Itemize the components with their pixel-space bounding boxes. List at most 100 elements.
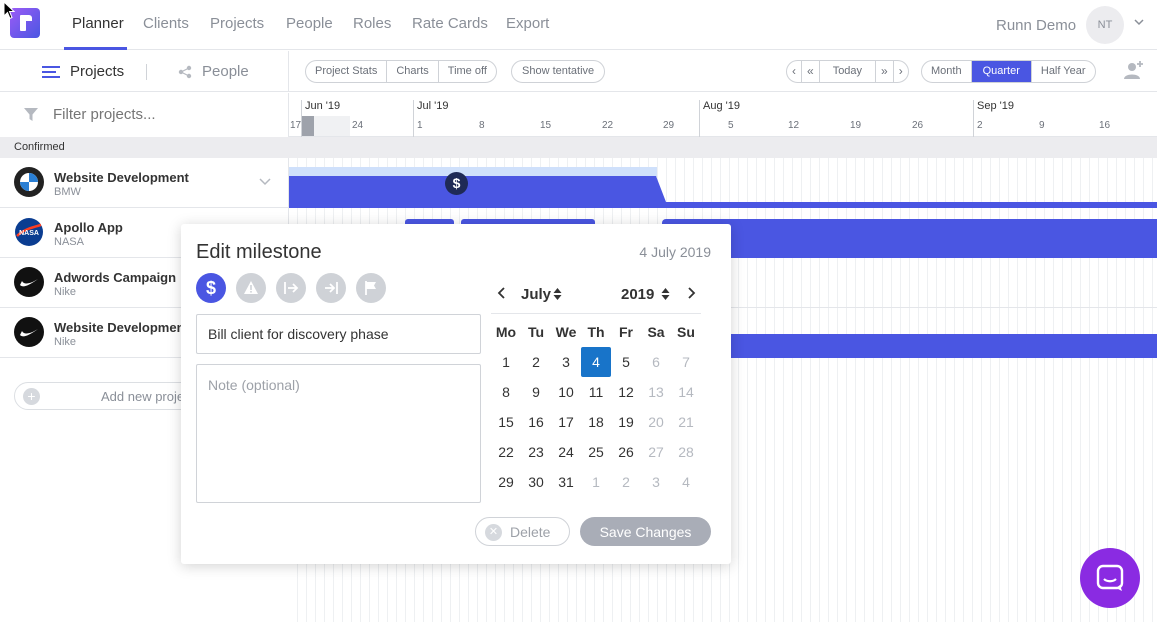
calendar-day[interactable]: 28 bbox=[671, 437, 701, 467]
nav-clients[interactable]: Clients bbox=[143, 15, 189, 32]
calendar-day[interactable]: 7 bbox=[671, 347, 701, 377]
calendar-day[interactable]: 14 bbox=[671, 377, 701, 407]
filter-projects-input[interactable] bbox=[53, 106, 253, 123]
add-person-icon[interactable] bbox=[1123, 59, 1145, 81]
calendar-day[interactable]: 23 bbox=[521, 437, 551, 467]
calendar-day[interactable]: 9 bbox=[521, 377, 551, 407]
calendar-day[interactable]: 6 bbox=[641, 347, 671, 377]
calendar-day[interactable]: 30 bbox=[521, 467, 551, 497]
nike-logo-icon bbox=[14, 317, 44, 347]
range-half-year-button[interactable]: Half Year bbox=[1032, 61, 1095, 82]
nav-projects[interactable]: Projects bbox=[210, 15, 264, 32]
day-label: 2 bbox=[977, 120, 983, 131]
dollar-icon[interactable]: $ bbox=[196, 273, 226, 303]
warning-icon[interactable] bbox=[236, 273, 266, 303]
calendar-day[interactable]: 15 bbox=[491, 407, 521, 437]
calendar-day[interactable]: 12 bbox=[611, 377, 641, 407]
calendar-day[interactable]: 1 bbox=[491, 347, 521, 377]
next-fast-icon[interactable]: » bbox=[876, 61, 894, 82]
calendar-day[interactable]: 18 bbox=[581, 407, 611, 437]
nav-people[interactable]: People bbox=[286, 15, 333, 32]
project-bar-nasa[interactable] bbox=[662, 219, 1157, 258]
show-tentative-button[interactable]: Show tentative bbox=[512, 61, 604, 82]
calendar-month[interactable]: July bbox=[521, 286, 551, 303]
day-label: 22 bbox=[602, 120, 614, 131]
project-stats-button[interactable]: Project Stats bbox=[306, 61, 388, 82]
next-icon[interactable]: › bbox=[894, 61, 908, 82]
project-client: BMW bbox=[54, 186, 81, 198]
project-row[interactable]: Website Development BMW bbox=[0, 158, 289, 208]
arrow-right-end-icon[interactable] bbox=[316, 273, 346, 303]
chat-icon bbox=[1096, 564, 1124, 591]
calendar-day[interactable]: 20 bbox=[641, 407, 671, 437]
calendar-year[interactable]: 2019 bbox=[621, 286, 654, 303]
calendar-day[interactable]: 3 bbox=[641, 467, 671, 497]
nav-roles[interactable]: Roles bbox=[353, 15, 391, 32]
calendar-day[interactable]: 4 bbox=[671, 467, 701, 497]
today-button[interactable]: Today bbox=[820, 61, 877, 82]
calendar-day[interactable]: 2 bbox=[521, 347, 551, 377]
calendar-day[interactable]: 27 bbox=[641, 437, 671, 467]
arrow-right-start-icon[interactable] bbox=[276, 273, 306, 303]
milestone-note-input[interactable] bbox=[196, 364, 481, 503]
delete-button[interactable]: ✕ Delete bbox=[475, 517, 570, 546]
chat-launcher-button[interactable] bbox=[1080, 548, 1140, 608]
calendar-day[interactable]: 16 bbox=[521, 407, 551, 437]
milestone-dollar-icon[interactable]: $ bbox=[445, 172, 468, 195]
tab-projects[interactable]: Projects bbox=[42, 63, 124, 80]
day-label: 26 bbox=[912, 120, 924, 131]
calendar-day[interactable]: 5 bbox=[611, 347, 641, 377]
project-bar-nike-web[interactable] bbox=[729, 334, 1157, 358]
flag-icon[interactable] bbox=[356, 273, 386, 303]
tab-people[interactable]: People bbox=[178, 63, 249, 80]
save-changes-button[interactable]: Save Changes bbox=[580, 517, 711, 546]
plus-icon: + bbox=[23, 388, 40, 405]
calendar-day[interactable]: 1 bbox=[581, 467, 611, 497]
filter-icon bbox=[24, 108, 38, 121]
calendar-day[interactable]: 29 bbox=[491, 467, 521, 497]
day-label: 9 bbox=[1039, 120, 1045, 131]
chevron-down-icon[interactable] bbox=[259, 178, 271, 186]
svg-text:NASA: NASA bbox=[19, 230, 39, 237]
calendar-day[interactable]: 17 bbox=[551, 407, 581, 437]
group-header-confirmed: Confirmed bbox=[0, 137, 1157, 158]
avatar[interactable]: NT bbox=[1086, 6, 1124, 44]
calendar-day[interactable]: 21 bbox=[671, 407, 701, 437]
calendar-day[interactable]: 2 bbox=[611, 467, 641, 497]
nav-planner[interactable]: Planner bbox=[72, 15, 124, 32]
list-icon bbox=[42, 65, 60, 78]
account-name[interactable]: Runn Demo bbox=[996, 17, 1076, 34]
month-label: Aug '19 bbox=[699, 100, 740, 137]
active-nav-indicator bbox=[64, 47, 127, 50]
calendar-day[interactable]: 26 bbox=[611, 437, 641, 467]
calendar-day[interactable]: 19 bbox=[611, 407, 641, 437]
mouse-cursor-icon bbox=[3, 1, 16, 20]
nav-export[interactable]: Export bbox=[506, 15, 549, 32]
prev-fast-icon[interactable]: « bbox=[802, 61, 820, 82]
project-filter bbox=[0, 93, 289, 137]
milestone-name-input[interactable] bbox=[196, 314, 481, 354]
sort-icon[interactable] bbox=[553, 287, 562, 301]
range-month-button[interactable]: Month bbox=[922, 61, 972, 82]
sort-icon[interactable] bbox=[661, 287, 670, 301]
nav-rate-cards[interactable]: Rate Cards bbox=[412, 15, 488, 32]
calendar-day[interactable]: 13 bbox=[641, 377, 671, 407]
calendar-day[interactable]: 31 bbox=[551, 467, 581, 497]
time-off-button[interactable]: Time off bbox=[439, 61, 496, 82]
calendar-day[interactable]: 22 bbox=[491, 437, 521, 467]
charts-button[interactable]: Charts bbox=[387, 61, 439, 82]
chevron-right-icon[interactable] bbox=[684, 286, 698, 300]
calendar-day[interactable]: 10 bbox=[551, 377, 581, 407]
chevron-down-icon[interactable] bbox=[1134, 17, 1144, 27]
calendar-day[interactable]: 11 bbox=[581, 377, 611, 407]
prev-icon[interactable]: ‹ bbox=[787, 61, 802, 82]
chevron-left-icon[interactable] bbox=[495, 286, 509, 300]
range-quarter-button[interactable]: Quarter bbox=[971, 61, 1032, 82]
calendar-day[interactable]: 25 bbox=[581, 437, 611, 467]
calendar-day[interactable]: 3 bbox=[551, 347, 581, 377]
project-bar-bmw[interactable] bbox=[289, 176, 1157, 208]
calendar-day[interactable]: 8 bbox=[491, 377, 521, 407]
calendar-day-selected[interactable]: 4 bbox=[581, 347, 611, 377]
day-label: 24 bbox=[352, 120, 364, 131]
calendar-day[interactable]: 24 bbox=[551, 437, 581, 467]
